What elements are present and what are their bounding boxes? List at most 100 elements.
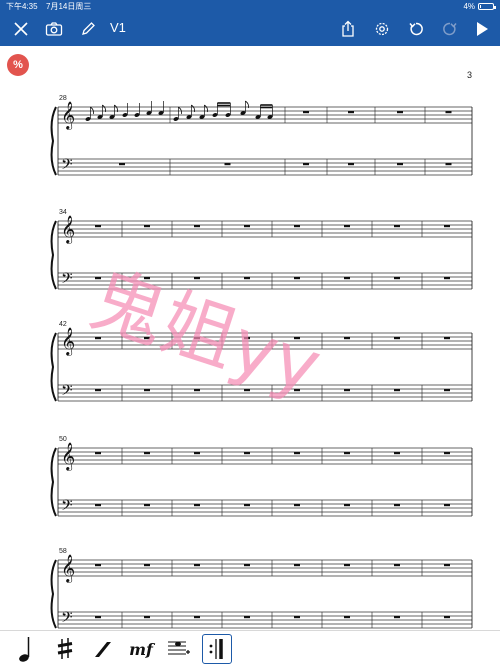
whole-rest[interactable] xyxy=(95,564,101,567)
dynamic-mf[interactable]: mf xyxy=(126,634,156,664)
whole-rest[interactable] xyxy=(244,564,250,567)
whole-rest[interactable] xyxy=(444,504,450,507)
whole-rest[interactable] xyxy=(348,163,354,166)
whole-rest[interactable] xyxy=(344,277,350,280)
whole-rest[interactable] xyxy=(294,504,300,507)
whole-rest[interactable] xyxy=(444,452,450,455)
gear-icon[interactable] xyxy=(371,17,393,41)
whole-rest[interactable] xyxy=(294,616,300,619)
whole-rest[interactable] xyxy=(294,277,300,280)
whole-rest[interactable] xyxy=(394,616,400,619)
whole-rest[interactable] xyxy=(119,163,125,166)
whole-rest[interactable] xyxy=(95,616,101,619)
quarter-note-icon[interactable] xyxy=(12,634,42,664)
whole-rest[interactable] xyxy=(194,337,200,340)
whole-rest[interactable] xyxy=(144,225,150,228)
whole-rest[interactable] xyxy=(194,225,200,228)
whole-rest[interactable] xyxy=(224,163,231,166)
whole-rest[interactable] xyxy=(194,616,200,619)
bass-clef-icon: 𝄢 xyxy=(61,156,73,177)
camera-icon[interactable] xyxy=(42,17,66,41)
whole-rest[interactable] xyxy=(244,277,250,280)
bass-clef-icon: 𝄢 xyxy=(61,382,73,403)
whole-rest[interactable] xyxy=(244,616,250,619)
whole-rest[interactable] xyxy=(444,277,450,280)
top-toolbar: 下午4:35 7月14日周三 4% V1 xyxy=(0,0,500,46)
whole-rest[interactable] xyxy=(144,452,150,455)
slur-icon[interactable] xyxy=(88,634,118,664)
close-icon[interactable] xyxy=(10,17,32,41)
whole-rest[interactable] xyxy=(394,225,400,228)
whole-rest[interactable] xyxy=(294,452,300,455)
whole-rest[interactable] xyxy=(348,111,354,114)
whole-rest[interactable] xyxy=(444,337,450,340)
whole-rest[interactable] xyxy=(394,277,400,280)
whole-rest[interactable] xyxy=(194,564,200,567)
whole-rest[interactable] xyxy=(294,389,300,392)
whole-rest[interactable] xyxy=(294,225,300,228)
whole-rest[interactable] xyxy=(444,225,450,228)
whole-rest[interactable] xyxy=(244,389,250,392)
whole-rest[interactable] xyxy=(95,389,101,392)
whole-rest[interactable] xyxy=(397,163,403,166)
whole-rest[interactable] xyxy=(294,564,300,567)
system-2: 34𝄞𝄢 xyxy=(50,209,473,291)
add-staff-icon[interactable] xyxy=(164,634,194,664)
whole-rest[interactable] xyxy=(344,337,350,340)
status-date: 7月14日周三 xyxy=(46,2,92,11)
whole-rest[interactable] xyxy=(445,111,452,114)
treble-clef-icon: 𝄞 xyxy=(61,101,75,130)
whole-rest[interactable] xyxy=(144,277,150,280)
whole-rest[interactable] xyxy=(397,111,403,114)
whole-rest[interactable] xyxy=(394,504,400,507)
play-icon[interactable] xyxy=(471,17,493,41)
whole-rest[interactable] xyxy=(95,225,101,228)
whole-rest[interactable] xyxy=(144,337,150,340)
whole-rest[interactable] xyxy=(444,616,450,619)
whole-rest[interactable] xyxy=(394,337,400,340)
whole-rest[interactable] xyxy=(445,163,452,166)
whole-rest[interactable] xyxy=(194,452,200,455)
whole-rest[interactable] xyxy=(95,452,101,455)
whole-rest[interactable] xyxy=(294,337,300,340)
whole-rest[interactable] xyxy=(394,389,400,392)
whole-rest[interactable] xyxy=(303,163,309,166)
whole-rest[interactable] xyxy=(394,452,400,455)
whole-rest[interactable] xyxy=(244,504,250,507)
whole-rest[interactable] xyxy=(444,389,450,392)
whole-rest[interactable] xyxy=(344,504,350,507)
percent-badge[interactable]: % xyxy=(7,54,29,76)
pencil-icon[interactable] xyxy=(77,17,99,41)
whole-rest[interactable] xyxy=(144,564,150,567)
whole-rest[interactable] xyxy=(394,564,400,567)
sharp-icon[interactable] xyxy=(50,634,80,664)
version-label[interactable]: V1 xyxy=(110,20,126,35)
whole-rest[interactable] xyxy=(95,337,101,340)
whole-rest[interactable] xyxy=(95,504,101,507)
whole-rest[interactable] xyxy=(244,452,250,455)
whole-rest[interactable] xyxy=(303,111,309,114)
whole-rest[interactable] xyxy=(144,504,150,507)
whole-rest[interactable] xyxy=(344,452,350,455)
whole-rest[interactable] xyxy=(194,504,200,507)
share-icon[interactable] xyxy=(337,17,359,41)
score-canvas[interactable]: % 3 28 𝄞 𝄢 34 𝄞 𝄢 42 𝄞 𝄢 50 𝄞 𝄢 58 𝄞 𝄢 xyxy=(0,46,500,630)
whole-rest[interactable] xyxy=(344,225,350,228)
whole-rest[interactable] xyxy=(144,616,150,619)
undo-icon[interactable] xyxy=(405,17,427,41)
whole-rest[interactable] xyxy=(244,337,250,340)
whole-rest[interactable] xyxy=(244,225,250,228)
whole-rest[interactable] xyxy=(344,616,350,619)
battery-percent: 4% xyxy=(463,2,475,11)
whole-rest[interactable] xyxy=(144,389,150,392)
whole-rest[interactable] xyxy=(95,277,101,280)
whole-rest[interactable] xyxy=(344,389,350,392)
repeat-barline-icon[interactable] xyxy=(202,634,232,664)
whole-rest[interactable] xyxy=(194,389,200,392)
bass-clef-icon: 𝄢 xyxy=(61,270,73,291)
status-bar: 下午4:35 7月14日周三 4% xyxy=(0,0,500,13)
whole-rest[interactable] xyxy=(444,564,450,567)
battery-icon xyxy=(478,3,496,10)
whole-rest[interactable] xyxy=(344,564,350,567)
whole-rest[interactable] xyxy=(194,277,200,280)
